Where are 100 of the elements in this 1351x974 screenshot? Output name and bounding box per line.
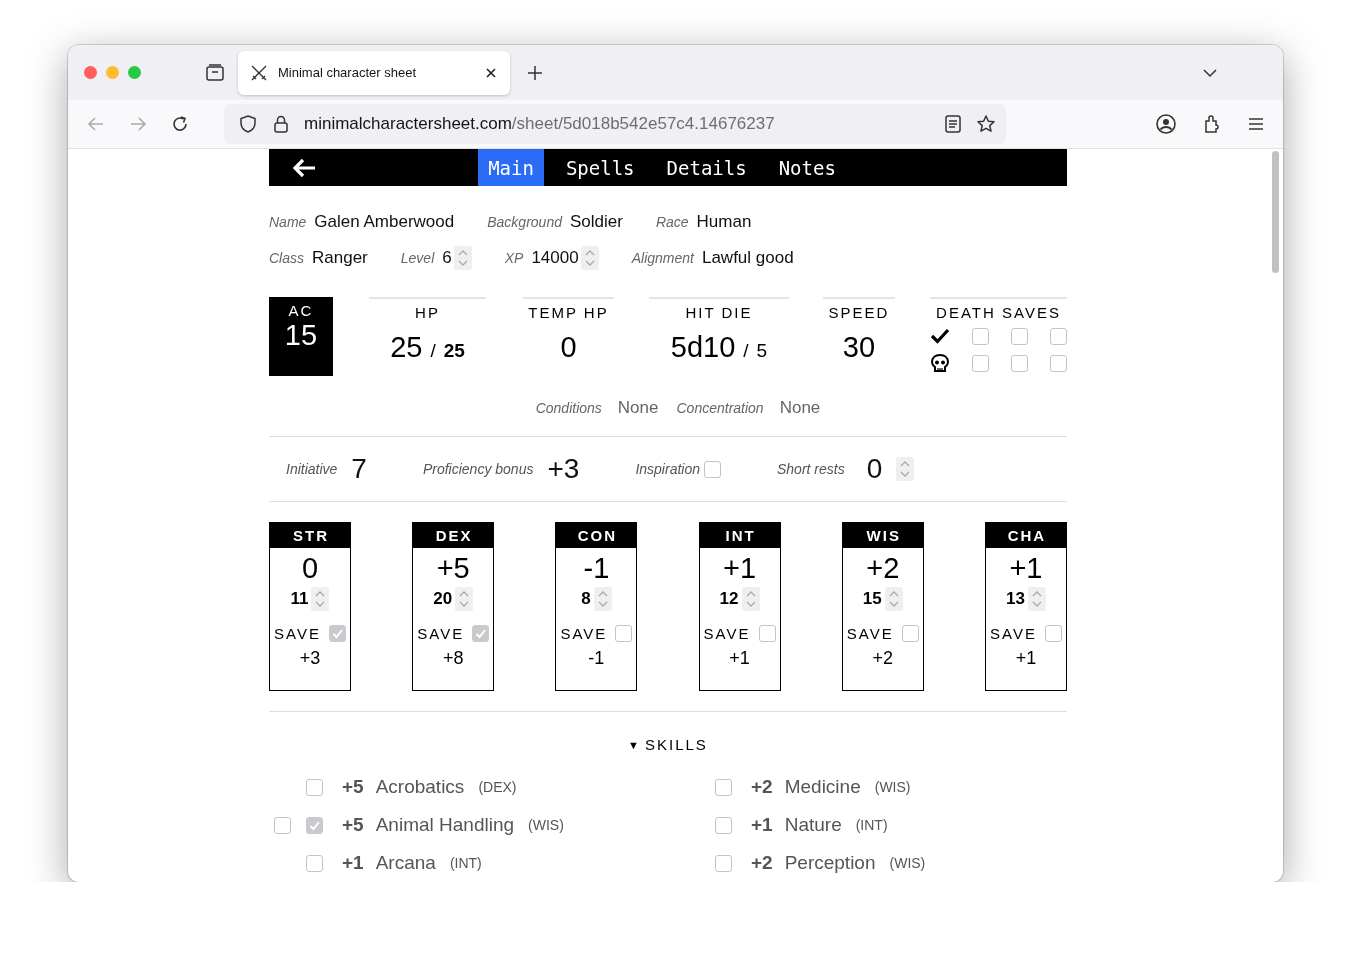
reader-view-icon[interactable] bbox=[944, 114, 962, 134]
star-icon[interactable] bbox=[976, 114, 996, 134]
save-label: SAVE bbox=[417, 625, 465, 642]
checkbox[interactable] bbox=[1011, 354, 1028, 372]
field-value[interactable]: Ranger bbox=[312, 248, 368, 269]
field-value[interactable]: Soldier bbox=[569, 212, 623, 233]
address-bar[interactable]: minimalcharactersheet.com/sheet/5d018b542e57c4.14676237 bbox=[224, 104, 1006, 144]
scrollbar-thumb[interactable] bbox=[1272, 151, 1279, 273]
maximize-window-button[interactable] bbox=[128, 66, 141, 79]
reload-icon[interactable] bbox=[170, 114, 190, 134]
ability-modifier: +1 bbox=[723, 552, 757, 585]
ability-modifier: +1 bbox=[1009, 552, 1043, 585]
checkbox[interactable] bbox=[1050, 327, 1067, 345]
ability-modifier: -1 bbox=[583, 552, 610, 585]
checkbox[interactable] bbox=[715, 778, 732, 796]
save-label: SAVE bbox=[560, 625, 608, 642]
saving-throw-value: -1 bbox=[588, 648, 605, 669]
save-label: SAVE bbox=[274, 625, 321, 642]
nav-tab[interactable]: Spells bbox=[555, 149, 645, 187]
tab-tray-icon[interactable] bbox=[204, 61, 226, 84]
stepper-button[interactable] bbox=[311, 587, 330, 611]
field-label: Level bbox=[400, 250, 435, 267]
close-icon[interactable] bbox=[484, 65, 498, 80]
browser-tab[interactable]: Minimal character sheet bbox=[238, 50, 510, 95]
checkbox[interactable] bbox=[715, 854, 732, 872]
minimize-window-button[interactable] bbox=[106, 66, 119, 79]
hit-dice-remaining[interactable]: 5 bbox=[756, 340, 768, 363]
checkbox[interactable] bbox=[704, 460, 721, 478]
stepper-button[interactable] bbox=[896, 457, 915, 481]
ability-score[interactable]: 11 bbox=[290, 589, 309, 609]
skills-toggle[interactable]: ▼ SKILLS bbox=[269, 736, 1067, 753]
checkbox[interactable] bbox=[274, 816, 291, 834]
checkbox[interactable] bbox=[306, 816, 323, 834]
skill-ability: (WIS) bbox=[889, 855, 926, 871]
shield-icon bbox=[238, 114, 258, 134]
new-tab-icon[interactable] bbox=[526, 63, 544, 82]
separator-text: / bbox=[430, 340, 436, 363]
stat-value[interactable]: 5d10 bbox=[670, 331, 736, 365]
stepper-button[interactable] bbox=[1027, 587, 1046, 611]
ability-score[interactable]: 13 bbox=[1005, 589, 1025, 609]
skill-bonus: +2 bbox=[751, 776, 773, 798]
saving-throw-value: +1 bbox=[729, 648, 750, 669]
stepper-button[interactable] bbox=[580, 246, 599, 271]
skill-name: Nature bbox=[784, 814, 842, 836]
checkbox[interactable] bbox=[328, 625, 346, 642]
checkbox[interactable] bbox=[472, 625, 490, 642]
stepper-button[interactable] bbox=[884, 587, 903, 611]
saving-throw-value: +8 bbox=[442, 648, 464, 669]
checkbox[interactable] bbox=[306, 778, 323, 796]
field-value[interactable]: 0 bbox=[866, 453, 883, 485]
checkbox[interactable] bbox=[972, 354, 989, 372]
stat-value[interactable]: 25 bbox=[390, 331, 423, 365]
field-value[interactable]: Lawful good bbox=[701, 248, 794, 269]
stepper-button[interactable] bbox=[593, 587, 612, 611]
stat-label: SPEED bbox=[828, 304, 890, 322]
max-hp-value[interactable]: 25 bbox=[443, 340, 465, 363]
checkbox[interactable] bbox=[972, 327, 989, 345]
ability-score[interactable]: 8 bbox=[581, 589, 591, 609]
save-label: SAVE bbox=[703, 625, 751, 642]
ability-name: WIS bbox=[842, 523, 923, 548]
account-icon[interactable] bbox=[1155, 113, 1177, 135]
stepper-button[interactable] bbox=[455, 587, 474, 611]
checkbox[interactable] bbox=[1050, 354, 1067, 372]
nav-tab[interactable]: Notes bbox=[768, 149, 846, 187]
skill-ability: (INT) bbox=[449, 855, 482, 871]
field-value[interactable]: None bbox=[617, 398, 659, 418]
checkbox[interactable] bbox=[758, 625, 776, 642]
field-value[interactable]: +3 bbox=[547, 453, 580, 485]
checkbox[interactable] bbox=[715, 816, 732, 834]
crossed-swords-icon bbox=[250, 63, 268, 82]
stepper-button[interactable] bbox=[453, 246, 472, 271]
skill-bonus: +1 bbox=[751, 814, 773, 836]
field-label: Class bbox=[269, 250, 304, 267]
stat-value[interactable]: 15 bbox=[284, 319, 318, 353]
field-value[interactable]: None bbox=[779, 398, 821, 418]
stat-value[interactable]: 0 bbox=[560, 331, 577, 365]
stat-value[interactable]: 30 bbox=[842, 331, 876, 365]
ability-score[interactable]: 20 bbox=[433, 589, 453, 609]
field-value[interactable]: Human bbox=[696, 212, 752, 233]
ability-score[interactable]: 12 bbox=[719, 589, 739, 609]
field-label: Concentration bbox=[676, 400, 764, 417]
checkbox[interactable] bbox=[1011, 327, 1028, 345]
checkbox[interactable] bbox=[1044, 625, 1062, 642]
checkbox[interactable] bbox=[901, 625, 919, 642]
nav-tab[interactable]: Details bbox=[656, 149, 757, 187]
stepper-button[interactable] bbox=[741, 587, 760, 611]
menu-icon[interactable] bbox=[1247, 115, 1265, 133]
lock-icon bbox=[272, 114, 290, 134]
nav-tab[interactable]: Main bbox=[478, 149, 544, 187]
ability-score[interactable]: 15 bbox=[862, 589, 882, 609]
back-arrow-icon[interactable] bbox=[291, 156, 317, 179]
save-label: SAVE bbox=[846, 625, 894, 642]
field-value[interactable]: 14000 bbox=[531, 248, 579, 269]
checkbox[interactable] bbox=[615, 625, 633, 642]
field-value[interactable]: Galen Amberwood bbox=[314, 212, 455, 233]
field-value[interactable]: 7 bbox=[351, 453, 367, 485]
close-window-button[interactable] bbox=[84, 66, 97, 79]
checkbox[interactable] bbox=[306, 854, 323, 872]
field-value[interactable]: 6 bbox=[442, 248, 452, 269]
skill-ability: (DEX) bbox=[478, 779, 517, 795]
